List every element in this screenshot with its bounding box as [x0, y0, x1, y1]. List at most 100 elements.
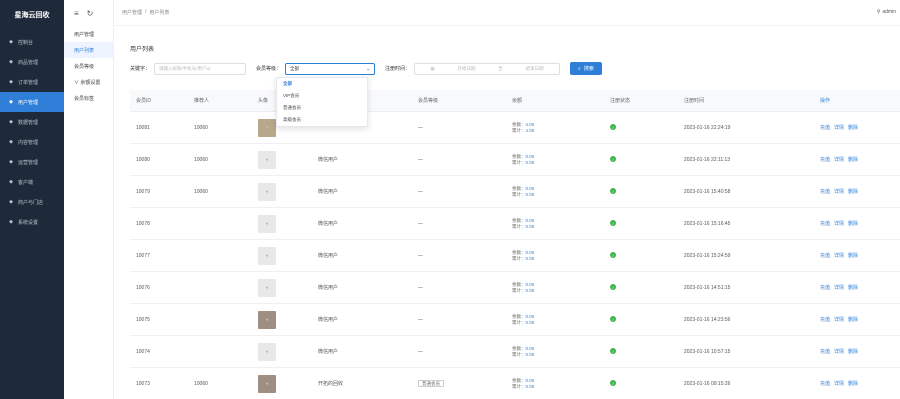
sidebar-item[interactable]: ◆ 内容管理 [0, 132, 64, 152]
table-row: 10081 10060 ● — 余额：4.00 累计：4.00 ✓ 2023-0… [130, 112, 900, 144]
row-action[interactable]: 充值 [820, 124, 830, 131]
chevron-down-icon: ⌄ [366, 65, 371, 71]
column-header: 余额 [512, 98, 523, 104]
row-action[interactable]: 充值 [820, 380, 830, 387]
total-value: 0.00 [525, 191, 535, 197]
row-action[interactable]: 删除 [848, 124, 858, 131]
date-range-input[interactable]: ▦ 开始日期 至 结束日期 [414, 62, 561, 75]
sidebar-item[interactable]: ◆ 商户与门店 [0, 192, 64, 212]
cell-id: 10081 [136, 124, 150, 131]
row-action[interactable]: 详情 [834, 124, 844, 131]
balance-label: 余额： [512, 185, 526, 191]
cell-level: — [418, 157, 512, 163]
start-date: 开始日期 [457, 65, 476, 71]
row-action[interactable]: 删除 [848, 156, 858, 163]
keyword-input[interactable]: 请输入昵称/手机号/用户id [154, 62, 247, 75]
refresh-icon[interactable]: ↻ [87, 9, 94, 18]
sidebar: 星海云回收 ◆ 控制台 ◆ 商品管理 ◆ 订单管理 ◆ 用户管理 ◆ 数据管理 ◆ 内容管理 ◆ 运营管理… [0, 0, 64, 399]
dropdown-option[interactable]: VIP会员 [277, 90, 367, 102]
balance-value: 0.00 [525, 313, 535, 319]
row-action[interactable]: 充值 [820, 188, 830, 195]
row-action[interactable]: 删除 [848, 188, 858, 195]
avatar: ● [258, 182, 276, 201]
sidebar-item[interactable]: ◆ 控制台 [0, 32, 64, 52]
level-badge: — [418, 348, 423, 355]
dropdown-option[interactable]: 高级会员 [277, 114, 367, 126]
nickname: 微信用户 [318, 157, 339, 163]
sidebar-item[interactable]: ◆ 系统设置 [0, 212, 64, 232]
cell-actions: 充值 详情 删除 [820, 252, 900, 259]
row-action[interactable]: 详情 [834, 252, 844, 259]
cell-level: 普通会员 [418, 379, 512, 387]
table-row: 10079 10060 ● 微信用户 — 余额：0.00 累计：0.00 ✓ 2… [130, 176, 900, 208]
sidebar-item[interactable]: ◆ 订单管理 [0, 72, 64, 92]
search-button[interactable]: ⌕ 搜索 [570, 62, 602, 75]
dropdown-option[interactable]: 普通会员 [277, 102, 367, 114]
cell-actions: 充值 详情 删除 [820, 316, 900, 323]
nickname: 微信用户 [318, 253, 339, 259]
sidebar-item-label: 系统设置 [18, 219, 39, 226]
sidebar-item[interactable]: ◆ 客户端 [0, 172, 64, 192]
row-action[interactable]: 删除 [848, 380, 858, 387]
sidebar-item-label: 数据管理 [18, 119, 39, 126]
level-select[interactable]: 全部 ⌄ [285, 62, 376, 75]
row-action[interactable]: 充值 [820, 220, 830, 227]
total-value: 0.00 [525, 223, 535, 229]
cell-level: — [418, 317, 512, 323]
submenu-item[interactable]: 会员等级 [64, 58, 113, 74]
row-action[interactable]: 详情 [834, 284, 844, 291]
row-action[interactable]: 充值 [820, 348, 830, 355]
cell-status: ✓ [610, 348, 684, 355]
row-action[interactable]: 详情 [834, 316, 844, 323]
cell-status: ✓ [610, 188, 684, 195]
cell-balance: 余额：4.00 累计：4.00 [512, 122, 610, 134]
cell-status: ✓ [610, 220, 684, 227]
cell-nickname: 开拓的回收 [318, 380, 418, 387]
dropdown-option[interactable]: 全部 [277, 78, 367, 90]
row-action[interactable]: 删除 [848, 284, 858, 291]
table-row: 10073 10060 ● 开拓的回收 普通会员 余额：0.00 累计：0.00… [130, 368, 900, 399]
nickname: 微信用户 [318, 349, 339, 355]
collapse-menu-icon[interactable]: ≡ [74, 9, 79, 18]
row-action[interactable]: 删除 [848, 252, 858, 259]
balance-label: 余额： [512, 377, 526, 383]
row-action[interactable]: 删除 [848, 220, 858, 227]
filter-bar: 关键字： 请输入昵称/手机号/用户id 会员等级： 全部 ⌄ 注册时间： ▦ 开… [130, 62, 602, 75]
row-action[interactable]: 详情 [834, 348, 844, 355]
cell-time: 2023-01-16 14:51:15 [684, 284, 731, 291]
row-action[interactable]: 详情 [834, 156, 844, 163]
table-row: 10080 10060 ● 微信用户 — 余额：0.00 累计：0.00 ✓ 2… [130, 144, 900, 176]
cell-time: 2023-01-16 09:15:26 [684, 380, 731, 387]
row-action[interactable]: 充值 [820, 316, 830, 323]
level-dropdown: 全部 VIP会员 普通会员 高级会员 [276, 77, 368, 127]
row-action[interactable]: 删除 [848, 316, 858, 323]
row-action[interactable]: 充值 [820, 156, 830, 163]
balance-value: 4.00 [525, 121, 535, 127]
column-header: 注册状态 [610, 98, 631, 104]
submenu-item[interactable]: 会员标签 [64, 90, 113, 106]
check-icon: ✓ [610, 124, 616, 131]
row-action[interactable]: 详情 [834, 220, 844, 227]
cell-actions: 充值 详情 删除 [820, 156, 900, 163]
row-action[interactable]: 删除 [848, 348, 858, 355]
sidebar-item[interactable]: ◆ 商品管理 [0, 52, 64, 72]
sidebar-item[interactable]: ◆ 用户管理 [0, 92, 64, 112]
submenu-item[interactable]: ∨ 余额设置 [64, 74, 113, 90]
row-action[interactable]: 详情 [834, 380, 844, 387]
user-menu[interactable]: ⚲ admin [877, 9, 896, 15]
sidebar-item[interactable]: ◆ 运营管理 [0, 152, 64, 172]
check-icon: ✓ [610, 284, 616, 291]
balance-value: 0.00 [525, 377, 535, 383]
client-icon: ◆ [9, 179, 13, 185]
level-badge: — [418, 124, 423, 131]
sidebar-item[interactable]: ◆ 数据管理 [0, 112, 64, 132]
submenu-item[interactable]: 用户列表 [64, 42, 113, 58]
cell-time: 2023-01-16 22:11:13 [684, 156, 731, 163]
row-action[interactable]: 详情 [834, 188, 844, 195]
balance-value: 0.00 [525, 281, 535, 287]
breadcrumb-item[interactable]: 用户管理 [122, 9, 142, 16]
row-action[interactable]: 充值 [820, 284, 830, 291]
level-badge: — [418, 220, 423, 227]
avatar: ● [258, 278, 276, 297]
row-action[interactable]: 充值 [820, 252, 830, 259]
